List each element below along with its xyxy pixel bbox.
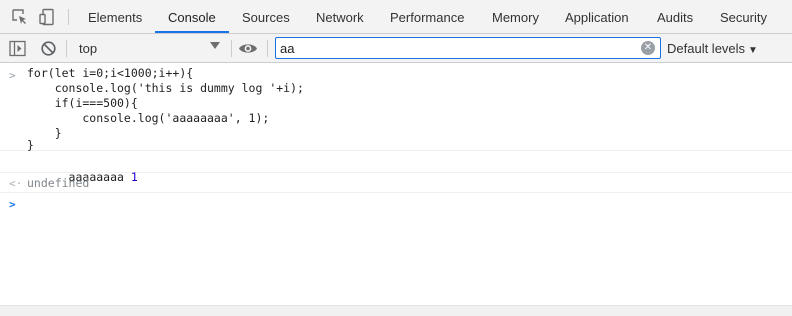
console-input-entry: > for(let i=0;i<1000;i++){ console.log('… — [0, 63, 792, 152]
code-line: console.log('aaaaaaaa', 1); — [27, 111, 270, 125]
prompt-chevron-icon: > — [9, 198, 16, 211]
tab-network[interactable]: Network — [316, 0, 364, 33]
devtools-tab-bar: Elements Console Sources Network Perform… — [0, 0, 792, 34]
toolbar-separator — [267, 40, 268, 57]
log-levels-dropdown[interactable]: Default levels ▼ — [667, 41, 758, 56]
drawer-edge — [0, 305, 792, 316]
tab-sources[interactable]: Sources — [242, 0, 290, 33]
tab-security[interactable]: Security — [720, 0, 767, 33]
log-levels-label: Default levels — [667, 41, 746, 56]
dropdown-arrow-icon: ▼ — [748, 45, 758, 56]
console-toolbar: top ✕ Default levels▼ — [0, 34, 792, 63]
code-line: for(let i=0;i<1000;i++){ — [27, 66, 194, 80]
context-selector[interactable]: top — [72, 36, 228, 60]
console-output[interactable]: > for(let i=0;i<1000;i++){ console.log('… — [0, 63, 792, 305]
clear-console-icon[interactable] — [40, 40, 57, 57]
input-chevron-icon: > — [9, 69, 16, 82]
show-sidebar-icon[interactable] — [9, 40, 26, 57]
code-line: console.log('this is dummy log '+i); — [27, 81, 304, 95]
clear-filter-icon[interactable]: ✕ — [641, 41, 655, 55]
tab-application[interactable]: Application — [565, 0, 629, 33]
console-prompt[interactable]: > — [0, 193, 792, 215]
tab-audits[interactable]: Audits — [657, 0, 693, 33]
tab-memory[interactable]: Memory — [492, 0, 539, 33]
tab-performance[interactable]: Performance — [390, 0, 464, 33]
console-log-message: aaaaaaaa 1 — [0, 151, 792, 184]
result-value: undefined — [27, 176, 90, 190]
toolbar-separator — [231, 40, 232, 57]
tab-bar-separator — [68, 9, 69, 25]
device-toolbar-icon[interactable] — [38, 8, 56, 26]
dropdown-arrow-icon — [210, 42, 220, 49]
code-line: if(i===500){ — [27, 96, 138, 110]
filter-box: ✕ — [275, 37, 661, 59]
context-selector-value: top — [79, 41, 98, 56]
tab-console[interactable]: Console — [168, 0, 216, 33]
inspect-element-icon[interactable] — [11, 8, 29, 26]
result-arrow-icon: <· — [9, 177, 23, 190]
active-tab-indicator — [155, 31, 229, 33]
live-expression-icon[interactable] — [238, 40, 258, 57]
console-result-entry: <· undefined — [0, 173, 792, 193]
toolbar-separator — [66, 40, 67, 57]
filter-input[interactable] — [280, 39, 630, 57]
tab-elements[interactable]: Elements — [88, 0, 142, 33]
